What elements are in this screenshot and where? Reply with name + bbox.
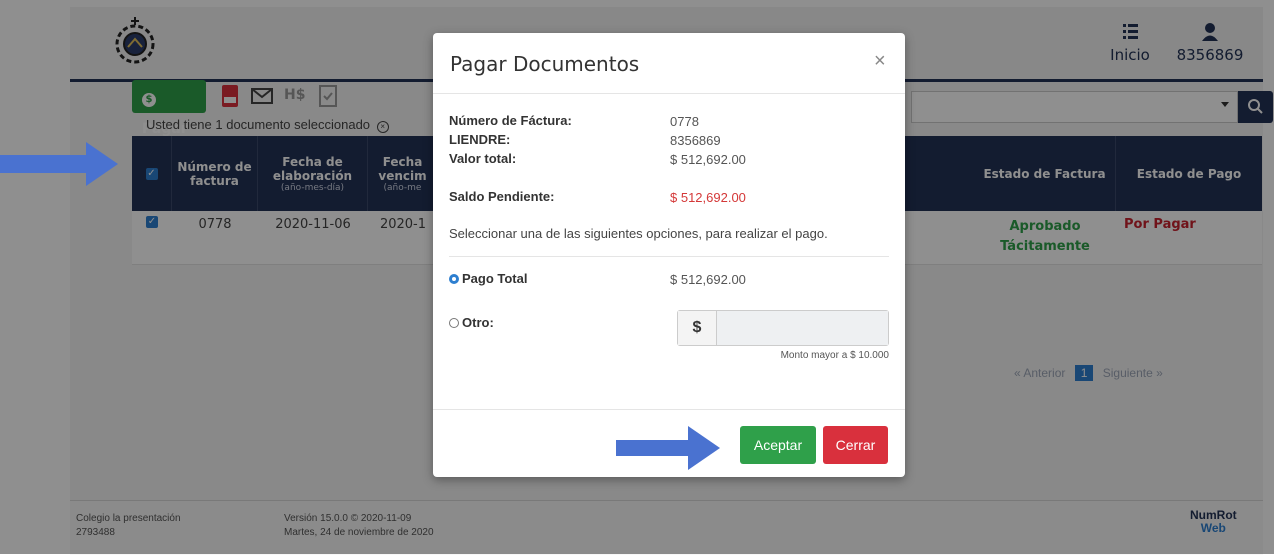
- close-button[interactable]: Cerrar: [823, 426, 888, 464]
- radio-pago-total[interactable]: [449, 274, 459, 284]
- divider: [449, 256, 889, 257]
- pending-balance-value: $ 512,692.00: [670, 190, 746, 205]
- arrow-pointer-left-icon: [0, 142, 118, 186]
- option-other-label: Otro:: [462, 315, 494, 330]
- currency-addon: $: [678, 311, 717, 345]
- invoice-number-label: Número de Fáctura:: [449, 113, 572, 128]
- modal-header: Pagar Documentos ×: [433, 33, 905, 94]
- option-total-label: Pago Total: [462, 271, 528, 286]
- minimum-amount-note: Monto mayor a $ 10.000: [780, 350, 889, 361]
- close-icon[interactable]: ×: [874, 50, 886, 73]
- total-value: $ 512,692.00: [670, 152, 746, 167]
- arrow-pointer-right-icon: [616, 426, 720, 470]
- total-value-label: Valor total:: [449, 151, 517, 166]
- option-other[interactable]: Otro:: [449, 315, 494, 330]
- invoice-number-value: 0778: [670, 114, 699, 129]
- option-total[interactable]: Pago Total: [449, 271, 527, 286]
- amount-input[interactable]: [717, 311, 888, 345]
- modal-title: Pagar Documentos: [450, 52, 640, 76]
- option-total-value: $ 512,692.00: [670, 272, 746, 287]
- amount-input-group: $: [677, 310, 889, 346]
- payment-modal: Pagar Documentos × Número de Fáctura: 07…: [433, 33, 905, 477]
- liendre-label: LIENDRE:: [449, 132, 511, 147]
- liendre-value: 8356869: [670, 133, 721, 148]
- pending-balance-label: Saldo Pendiente:: [449, 189, 555, 204]
- modal-footer-divider: [433, 409, 905, 410]
- radio-otro[interactable]: [449, 318, 459, 328]
- payment-instruction: Seleccionar una de las siguientes opcion…: [449, 226, 828, 241]
- accept-button[interactable]: Aceptar: [740, 426, 816, 464]
